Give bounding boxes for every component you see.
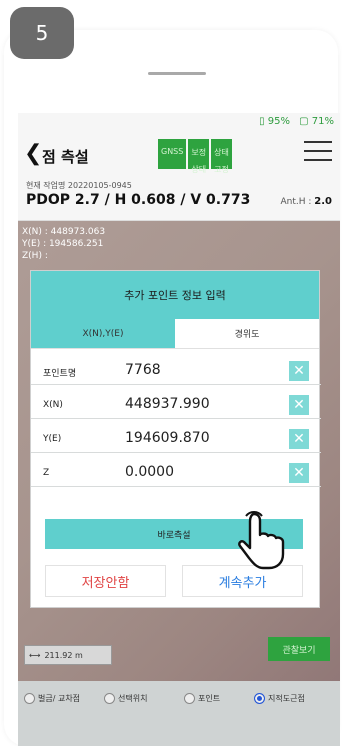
z-row: Z 0.0000 ✕ <box>31 459 321 487</box>
step-badge: 5 <box>10 7 74 59</box>
clear-icon[interactable]: ✕ <box>289 361 309 381</box>
y-row: Y(E) 194609.870 ✕ <box>31 425 321 453</box>
project-name: 현재 작업명 20220105-0945 <box>26 181 132 190</box>
tap-hand-icon <box>238 511 285 570</box>
work-info: 현재 작업명 20220105-0945 PDOP 2.7 / H 0.608 … <box>18 177 340 221</box>
tab-xy[interactable]: X(N),Y(E) <box>31 319 175 348</box>
coordinate-tabs: X(N),Y(E) 경위도 <box>31 319 319 349</box>
back-icon[interactable]: ❮ <box>24 141 42 166</box>
option-point[interactable]: 포인트 <box>184 693 220 704</box>
battery-indicator: ▯ 95% <box>259 116 290 127</box>
state-badge: 상태 고정 <box>211 139 232 174</box>
gnss-status: GNSS 보정 상태 상태 고정 <box>158 139 232 174</box>
radio-selected-icon <box>254 693 265 704</box>
battery-indicator-2: ▢ 71% <box>299 116 334 127</box>
z-label: Z <box>43 468 50 478</box>
clear-icon[interactable]: ✕ <box>289 429 309 449</box>
x-field[interactable]: 448937.990 <box>125 396 210 412</box>
z-coordinate: Z(H) : <box>22 251 48 261</box>
z-field[interactable]: 0.0000 <box>125 464 174 480</box>
dialog-title: 추가 포인트 정보 입력 <box>31 271 319 319</box>
y-field[interactable]: 194609.870 <box>125 430 210 446</box>
clear-icon[interactable]: ✕ <box>289 463 309 483</box>
option-selected-location[interactable]: 선택위치 <box>104 693 147 704</box>
correction-badge: 보정 상태 <box>188 139 210 174</box>
gnss-badge: GNSS <box>158 139 187 169</box>
scale-bar: ⟷ 211.92 m <box>24 645 112 665</box>
radio-icon <box>184 693 195 704</box>
tutorial-page: 5 ▯ 95% ▢ 71% ❮ 점 측설 GNSS 보정 상태 상태 고정 현재 작… <box>0 0 342 746</box>
dont-save-button[interactable]: 저장안함 <box>45 565 166 597</box>
option-intersection[interactable]: 벌금/ 교차점 <box>24 693 80 704</box>
status-bar: ▯ 95% ▢ 71% <box>18 113 340 131</box>
x-row: X(N) 448937.990 ✕ <box>31 391 321 419</box>
point-name-label: 포인트명 <box>43 369 77 379</box>
page-title: 점 측설 <box>42 148 89 166</box>
antenna-height: Ant.H : 2.0 <box>280 196 332 207</box>
drag-handle[interactable] <box>148 72 206 75</box>
tab-latlon[interactable]: 경위도 <box>175 319 319 348</box>
point-name-row: 포인트명 7768 ✕ <box>31 357 321 385</box>
x-label: X(N) <box>43 400 63 410</box>
radio-icon <box>24 693 35 704</box>
clear-icon[interactable]: ✕ <box>289 395 309 415</box>
y-label: Y(E) <box>43 434 62 444</box>
y-coordinate: Y(E) : 194586.251 <box>22 239 104 249</box>
point-name-field[interactable]: 7768 <box>125 362 161 378</box>
view-result-button[interactable]: 관찰보기 <box>268 637 330 661</box>
layer-options: 벌금/ 교차점 선택위치 포인트 지적도근점 <box>18 681 340 746</box>
hamburger-menu-icon[interactable] <box>304 141 332 168</box>
radio-icon <box>104 693 115 704</box>
option-cadastral-point[interactable]: 지적도근점 <box>254 693 305 704</box>
app-header: ❮ 점 측설 GNSS 보정 상태 상태 고정 <box>18 131 340 177</box>
x-coordinate: X(N) : 448973.063 <box>22 227 106 237</box>
pdop-readout: PDOP 2.7 / H 0.608 / V 0.773 <box>26 192 251 208</box>
